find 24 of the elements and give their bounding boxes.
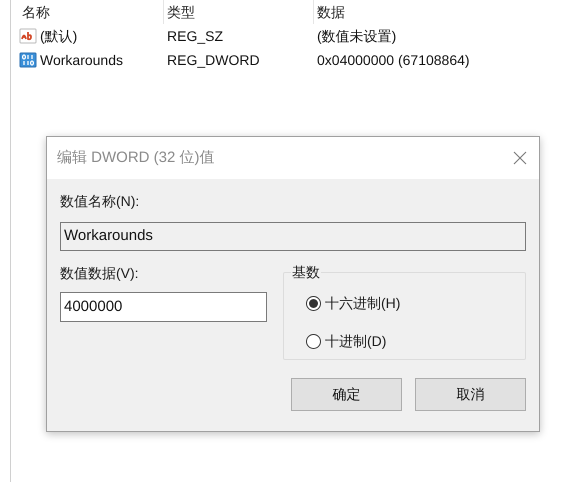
table-cell-text: (默认) bbox=[40, 26, 78, 46]
dialog-button[interactable]: 确定 bbox=[291, 378, 402, 411]
table-cell-text: (数值未设置) bbox=[316, 26, 398, 46]
string-value-icon bbox=[19, 27, 37, 45]
radio-label: 十六进制(H) bbox=[325, 294, 400, 313]
close-icon[interactable] bbox=[513, 151, 527, 165]
column-header[interactable]: 类型 bbox=[164, 0, 314, 24]
radio-button[interactable] bbox=[306, 334, 321, 349]
table-cell-text: Workarounds bbox=[40, 50, 124, 70]
table-cell-text: REG_SZ bbox=[166, 26, 224, 46]
data-field[interactable]: 4000000 bbox=[60, 292, 267, 322]
column-header[interactable]: 数据 bbox=[314, 0, 580, 24]
table-cell-text: REG_DWORD bbox=[166, 50, 261, 70]
field-label: 数值数据(V): bbox=[60, 264, 140, 283]
field-label: 数值名称(N): bbox=[60, 192, 140, 211]
column-header[interactable]: 名称 bbox=[19, 0, 164, 24]
name-field[interactable]: Workarounds bbox=[60, 222, 526, 251]
group-label: 基数 bbox=[291, 263, 321, 281]
binary-value-icon bbox=[19, 51, 37, 69]
table-cell-text: 0x04000000 (67108864) bbox=[316, 50, 471, 70]
radio-label: 十进制(D) bbox=[325, 332, 386, 351]
radio-button[interactable] bbox=[306, 296, 321, 311]
window-title: 编辑 DWORD (32 位)值 bbox=[57, 148, 214, 168]
dialog-button[interactable]: 取消 bbox=[415, 378, 526, 411]
